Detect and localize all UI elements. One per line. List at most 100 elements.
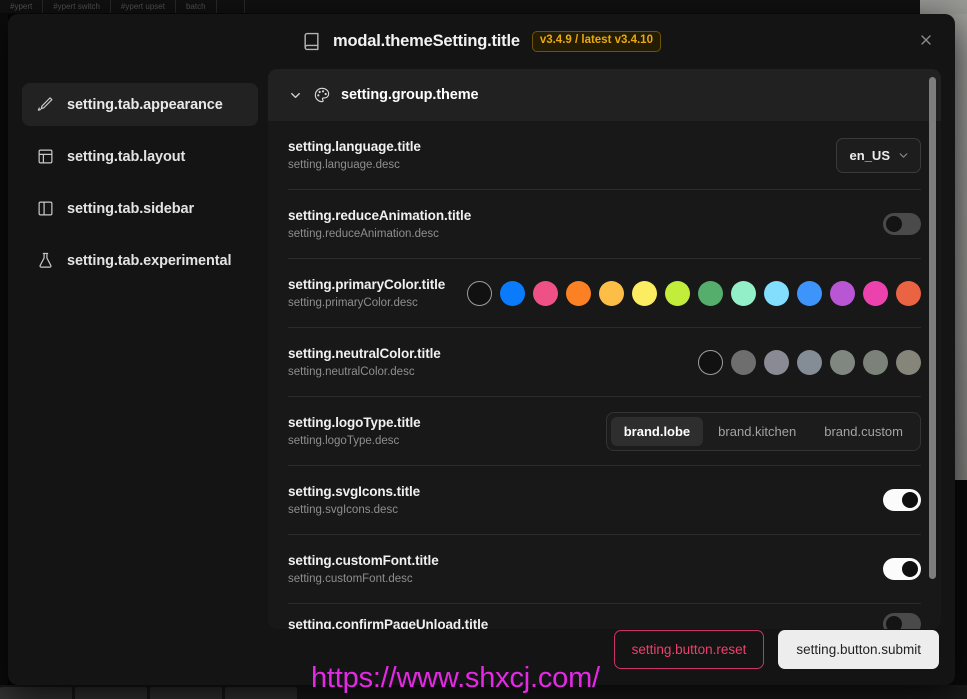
- color-swatch[interactable]: [764, 280, 789, 306]
- brush-icon: [36, 96, 54, 113]
- chevron-down-icon[interactable]: [288, 88, 303, 103]
- toggle-knob: [902, 561, 918, 577]
- row-text: setting.reduceAnimation.title setting.re…: [288, 202, 471, 246]
- version-badge: v3.4.9 / latest v3.4.10: [531, 31, 661, 52]
- segment-brand-lobe[interactable]: brand.lobe: [610, 416, 704, 446]
- taskbar-item[interactable]: [0, 687, 72, 699]
- submit-button[interactable]: setting.button.submit: [778, 630, 939, 669]
- row-title: setting.logoType.title: [288, 415, 421, 430]
- svg-icons-toggle[interactable]: [883, 489, 921, 511]
- reduce-animation-toggle[interactable]: [883, 213, 921, 235]
- row-text: setting.customFont.title setting.customF…: [288, 547, 439, 591]
- row-text: setting.primaryColor.title setting.prima…: [288, 271, 445, 315]
- color-swatch[interactable]: [764, 349, 789, 375]
- background-taskbar-items: [0, 687, 297, 699]
- toggle-knob: [886, 216, 902, 232]
- row-desc: setting.customFont.desc: [288, 573, 413, 585]
- content-scrollbar-track[interactable]: [927, 69, 939, 629]
- row-text: setting.language.title setting.language.…: [288, 133, 421, 177]
- row-desc: setting.language.desc: [288, 159, 400, 171]
- sidebar-item-appearance[interactable]: setting.tab.appearance: [22, 83, 258, 126]
- language-select-value: en_US: [849, 147, 890, 163]
- row-desc: setting.logoType.desc: [288, 435, 400, 447]
- color-swatch[interactable]: [731, 349, 756, 375]
- taskbar-item[interactable]: [225, 687, 297, 699]
- color-swatch[interactable]: [632, 280, 657, 306]
- setting-row-primary-color: setting.primaryColor.title setting.prima…: [288, 259, 921, 328]
- taskbar-item[interactable]: [75, 687, 147, 699]
- color-swatch[interactable]: [467, 280, 492, 306]
- setting-row-language: setting.language.title setting.language.…: [288, 121, 921, 190]
- background-tab[interactable]: [245, 0, 415, 13]
- background-tab[interactable]: #ypert upset: [111, 0, 176, 13]
- reset-button[interactable]: setting.button.reset: [613, 630, 765, 669]
- color-swatch[interactable]: [599, 280, 624, 306]
- panel-icon: [36, 200, 54, 217]
- color-swatch[interactable]: [566, 280, 591, 306]
- neutral-color-swatches: [698, 349, 921, 375]
- row-title: setting.neutralColor.title: [288, 346, 441, 361]
- language-select[interactable]: en_US: [835, 137, 921, 173]
- background-tab[interactable]: [217, 0, 245, 13]
- custom-font-toggle[interactable]: [883, 558, 921, 580]
- toggle-knob: [886, 616, 902, 629]
- color-swatch[interactable]: [797, 349, 822, 375]
- row-text: setting.svgIcons.title setting.svgIcons.…: [288, 478, 420, 522]
- row-title: setting.reduceAnimation.title: [288, 208, 472, 223]
- background-tab[interactable]: batch: [176, 0, 217, 13]
- background-tab[interactable]: #ypert switch: [43, 0, 111, 13]
- setting-row-svg-icons: setting.svgIcons.title setting.svgIcons.…: [288, 466, 921, 535]
- color-swatch[interactable]: [797, 280, 822, 306]
- close-button[interactable]: [911, 26, 941, 56]
- background-photo-top: [920, 0, 967, 14]
- row-title: setting.language.title: [288, 139, 421, 154]
- palette-icon: [314, 87, 330, 103]
- setting-row-confirm-page-unload: setting.confirmPageUnload.title: [288, 604, 921, 629]
- taskbar-item[interactable]: [150, 687, 222, 699]
- row-text: setting.confirmPageUnload.title: [288, 611, 488, 630]
- color-swatch[interactable]: [830, 280, 855, 306]
- group-title: setting.group.theme: [341, 87, 479, 103]
- modal-footer: setting.button.reset setting.button.subm…: [613, 630, 939, 669]
- color-swatch[interactable]: [863, 280, 888, 306]
- color-swatch[interactable]: [500, 280, 525, 306]
- segment-brand-custom[interactable]: brand.custom: [811, 417, 916, 446]
- background-browser-tabbar: #ypert #ypert switch #ypert upset batch: [0, 0, 920, 13]
- content-scrollbar-thumb[interactable]: [929, 77, 936, 579]
- row-desc: setting.neutralColor.desc: [288, 366, 415, 378]
- primary-color-swatches: [467, 280, 921, 306]
- sidebar-item-layout[interactable]: setting.tab.layout: [22, 135, 258, 178]
- color-swatch[interactable]: [533, 280, 558, 306]
- sidebar-item-sidebar[interactable]: setting.tab.sidebar: [22, 187, 258, 230]
- row-title: setting.customFont.title: [288, 553, 439, 568]
- row-title: setting.svgIcons.title: [288, 484, 421, 499]
- color-swatch[interactable]: [731, 280, 756, 306]
- color-swatch[interactable]: [698, 349, 723, 375]
- chevron-down-icon: [897, 149, 910, 162]
- background-left-panel: [0, 14, 8, 699]
- settings-rows: setting.language.title setting.language.…: [268, 121, 941, 629]
- group-header-theme[interactable]: setting.group.theme: [268, 69, 941, 121]
- color-swatch[interactable]: [896, 349, 921, 375]
- row-desc: setting.primaryColor.desc: [288, 297, 418, 309]
- close-icon: [918, 32, 934, 51]
- background-tab[interactable]: #ypert: [0, 0, 44, 13]
- color-swatch[interactable]: [830, 349, 855, 375]
- sidebar-item-experimental[interactable]: setting.tab.experimental: [22, 239, 258, 282]
- flask-icon: [36, 252, 54, 269]
- row-desc: setting.reduceAnimation.desc: [288, 228, 439, 240]
- theme-setting-modal: modal.themeSetting.title v3.4.9 / latest…: [8, 14, 955, 685]
- settings-content: setting.group.theme setting.language.tit…: [268, 69, 941, 629]
- segment-brand-kitchen[interactable]: brand.kitchen: [705, 417, 809, 446]
- row-title: setting.primaryColor.title: [288, 277, 446, 292]
- confirm-page-unload-toggle[interactable]: [883, 613, 921, 629]
- color-swatch[interactable]: [863, 349, 888, 375]
- color-swatch[interactable]: [896, 280, 921, 306]
- color-swatch[interactable]: [665, 280, 690, 306]
- sidebar-item-label: setting.tab.appearance: [67, 96, 223, 113]
- sidebar-item-label: setting.tab.layout: [67, 148, 186, 165]
- modal-header: modal.themeSetting.title v3.4.9 / latest…: [8, 14, 955, 69]
- color-swatch[interactable]: [698, 280, 723, 306]
- row-text: setting.neutralColor.title setting.neutr…: [288, 340, 441, 384]
- modal-title: modal.themeSetting.title: [333, 32, 520, 50]
